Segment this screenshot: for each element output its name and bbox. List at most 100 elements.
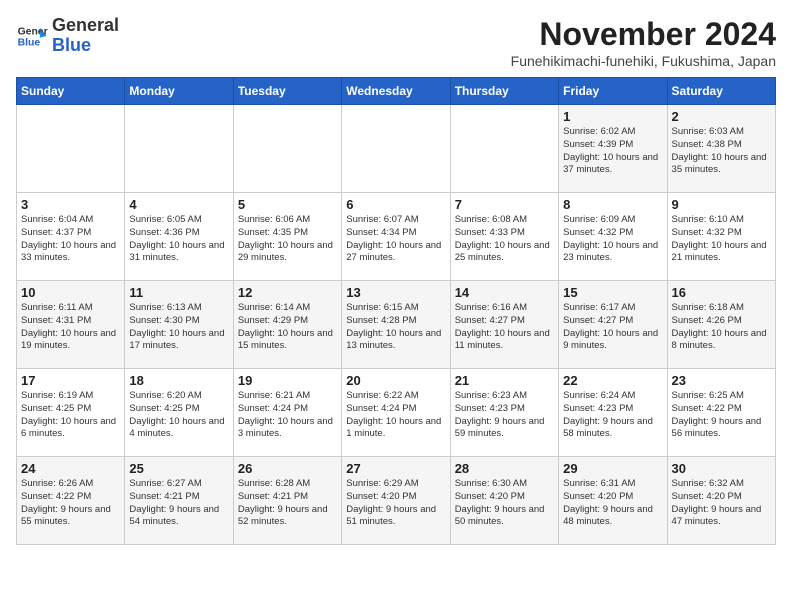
day-number: 22 [563, 373, 662, 388]
day-number: 23 [672, 373, 771, 388]
day-number: 27 [346, 461, 445, 476]
day-cell: 27 Sunrise: 6:29 AM Sunset: 4:20 PM Dayli… [342, 457, 450, 545]
day-number: 13 [346, 285, 445, 300]
day-cell: 23 Sunrise: 6:25 AM Sunset: 4:22 PM Dayli… [667, 369, 775, 457]
day-info: Sunrise: 6:02 AM Sunset: 4:39 PM Dayligh… [563, 126, 662, 177]
week-row-4: 17 Sunrise: 6:19 AM Sunset: 4:25 PM Dayli… [17, 369, 776, 457]
day-info: Sunrise: 6:05 AM Sunset: 4:36 PM Dayligh… [129, 214, 228, 265]
day-cell: 2 Sunrise: 6:03 AM Sunset: 4:38 PM Daylig… [667, 105, 775, 193]
day-info: Sunrise: 6:25 AM Sunset: 4:22 PM Dayligh… [672, 390, 771, 441]
day-number: 8 [563, 197, 662, 212]
day-number: 3 [21, 197, 120, 212]
day-info: Sunrise: 6:27 AM Sunset: 4:21 PM Dayligh… [129, 478, 228, 529]
day-number: 29 [563, 461, 662, 476]
day-number: 21 [455, 373, 554, 388]
day-number: 6 [346, 197, 445, 212]
day-info: Sunrise: 6:16 AM Sunset: 4:27 PM Dayligh… [455, 302, 554, 353]
title-area: November 2024 Funehikimachi-funehiki, Fu… [511, 16, 776, 69]
day-info: Sunrise: 6:22 AM Sunset: 4:24 PM Dayligh… [346, 390, 445, 441]
day-cell: 17 Sunrise: 6:19 AM Sunset: 4:25 PM Dayli… [17, 369, 125, 457]
day-info: Sunrise: 6:23 AM Sunset: 4:23 PM Dayligh… [455, 390, 554, 441]
header-cell-thursday: Thursday [450, 78, 558, 105]
day-number: 7 [455, 197, 554, 212]
header-cell-sunday: Sunday [17, 78, 125, 105]
day-cell: 9 Sunrise: 6:10 AM Sunset: 4:32 PM Daylig… [667, 193, 775, 281]
day-info: Sunrise: 6:09 AM Sunset: 4:32 PM Dayligh… [563, 214, 662, 265]
day-cell: 30 Sunrise: 6:32 AM Sunset: 4:20 PM Dayli… [667, 457, 775, 545]
location: Funehikimachi-funehiki, Fukushima, Japan [511, 53, 776, 69]
day-info: Sunrise: 6:19 AM Sunset: 4:25 PM Dayligh… [21, 390, 120, 441]
day-number: 9 [672, 197, 771, 212]
day-cell: 10Sunrise: 6:11 AM Sunset: 4:31 PM Dayli… [17, 281, 125, 369]
day-info: Sunrise: 6:08 AM Sunset: 4:33 PM Dayligh… [455, 214, 554, 265]
day-info: Sunrise: 6:24 AM Sunset: 4:23 PM Dayligh… [563, 390, 662, 441]
day-info: Sunrise: 6:31 AM Sunset: 4:20 PM Dayligh… [563, 478, 662, 529]
day-number: 24 [21, 461, 120, 476]
day-cell: 18 Sunrise: 6:20 AM Sunset: 4:25 PM Dayli… [125, 369, 233, 457]
day-info: Sunrise: 6:28 AM Sunset: 4:21 PM Dayligh… [238, 478, 337, 529]
day-info: Sunrise: 6:18 AM Sunset: 4:26 PM Dayligh… [672, 302, 771, 353]
day-cell: 14 Sunrise: 6:16 AM Sunset: 4:27 PM Dayli… [450, 281, 558, 369]
week-row-3: 10Sunrise: 6:11 AM Sunset: 4:31 PM Dayli… [17, 281, 776, 369]
logo-icon: General Blue [16, 20, 48, 52]
day-info: Sunrise: 6:32 AM Sunset: 4:20 PM Dayligh… [672, 478, 771, 529]
day-info: Sunrise: 6:03 AM Sunset: 4:38 PM Dayligh… [672, 126, 771, 177]
week-row-1: 1 Sunrise: 6:02 AM Sunset: 4:39 PM Daylig… [17, 105, 776, 193]
day-cell: 20 Sunrise: 6:22 AM Sunset: 4:24 PM Dayli… [342, 369, 450, 457]
day-cell: 7 Sunrise: 6:08 AM Sunset: 4:33 PM Daylig… [450, 193, 558, 281]
week-row-5: 24Sunrise: 6:26 AM Sunset: 4:22 PM Dayli… [17, 457, 776, 545]
day-cell: 21 Sunrise: 6:23 AM Sunset: 4:23 PM Dayli… [450, 369, 558, 457]
day-info: Sunrise: 6:04 AM Sunset: 4:37 PM Dayligh… [21, 214, 120, 265]
day-cell: 24Sunrise: 6:26 AM Sunset: 4:22 PM Dayli… [17, 457, 125, 545]
day-number: 28 [455, 461, 554, 476]
day-number: 5 [238, 197, 337, 212]
day-number: 2 [672, 109, 771, 124]
header-cell-wednesday: Wednesday [342, 78, 450, 105]
day-cell: 28 Sunrise: 6:30 AM Sunset: 4:20 PM Dayli… [450, 457, 558, 545]
day-cell: 22 Sunrise: 6:24 AM Sunset: 4:23 PM Dayli… [559, 369, 667, 457]
day-info: Sunrise: 6:21 AM Sunset: 4:24 PM Dayligh… [238, 390, 337, 441]
day-number: 20 [346, 373, 445, 388]
day-cell: 6 Sunrise: 6:07 AM Sunset: 4:34 PM Daylig… [342, 193, 450, 281]
day-info: Sunrise: 6:10 AM Sunset: 4:32 PM Dayligh… [672, 214, 771, 265]
month-title: November 2024 [511, 16, 776, 53]
day-number: 12 [238, 285, 337, 300]
day-cell: 3 Sunrise: 6:04 AM Sunset: 4:37 PM Daylig… [17, 193, 125, 281]
day-cell: 16Sunrise: 6:18 AM Sunset: 4:26 PM Dayli… [667, 281, 775, 369]
day-number: 14 [455, 285, 554, 300]
day-number: 17 [21, 373, 120, 388]
day-cell: 19 Sunrise: 6:21 AM Sunset: 4:24 PM Dayli… [233, 369, 341, 457]
header: General Blue General Blue November 2024 … [16, 16, 776, 69]
day-cell [233, 105, 341, 193]
day-info: Sunrise: 6:15 AM Sunset: 4:28 PM Dayligh… [346, 302, 445, 353]
day-number: 15 [563, 285, 662, 300]
day-number: 26 [238, 461, 337, 476]
day-number: 19 [238, 373, 337, 388]
svg-text:Blue: Blue [18, 37, 41, 48]
calendar-body: 1 Sunrise: 6:02 AM Sunset: 4:39 PM Daylig… [17, 105, 776, 545]
day-cell: 13 Sunrise: 6:15 AM Sunset: 4:28 PM Dayli… [342, 281, 450, 369]
day-number: 1 [563, 109, 662, 124]
day-cell [450, 105, 558, 193]
day-info: Sunrise: 6:14 AM Sunset: 4:29 PM Dayligh… [238, 302, 337, 353]
logo-text: General Blue [52, 16, 119, 56]
day-number: 30 [672, 461, 771, 476]
day-info: Sunrise: 6:20 AM Sunset: 4:25 PM Dayligh… [129, 390, 228, 441]
calendar-table: SundayMondayTuesdayWednesdayThursdayFrid… [16, 77, 776, 545]
day-cell: 29 Sunrise: 6:31 AM Sunset: 4:20 PM Dayli… [559, 457, 667, 545]
day-info: Sunrise: 6:06 AM Sunset: 4:35 PM Dayligh… [238, 214, 337, 265]
day-cell: 15Sunrise: 6:17 AM Sunset: 4:27 PM Dayli… [559, 281, 667, 369]
day-number: 18 [129, 373, 228, 388]
day-cell: 1 Sunrise: 6:02 AM Sunset: 4:39 PM Daylig… [559, 105, 667, 193]
day-info: Sunrise: 6:29 AM Sunset: 4:20 PM Dayligh… [346, 478, 445, 529]
day-cell: 12 Sunrise: 6:14 AM Sunset: 4:29 PM Dayli… [233, 281, 341, 369]
day-number: 25 [129, 461, 228, 476]
day-cell [125, 105, 233, 193]
logo: General Blue General Blue [16, 16, 119, 56]
week-row-2: 3 Sunrise: 6:04 AM Sunset: 4:37 PM Daylig… [17, 193, 776, 281]
calendar-header: SundayMondayTuesdayWednesdayThursdayFrid… [17, 78, 776, 105]
day-cell [342, 105, 450, 193]
day-info: Sunrise: 6:07 AM Sunset: 4:34 PM Dayligh… [346, 214, 445, 265]
day-info: Sunrise: 6:30 AM Sunset: 4:20 PM Dayligh… [455, 478, 554, 529]
day-cell: 4Sunrise: 6:05 AM Sunset: 4:36 PM Daylig… [125, 193, 233, 281]
